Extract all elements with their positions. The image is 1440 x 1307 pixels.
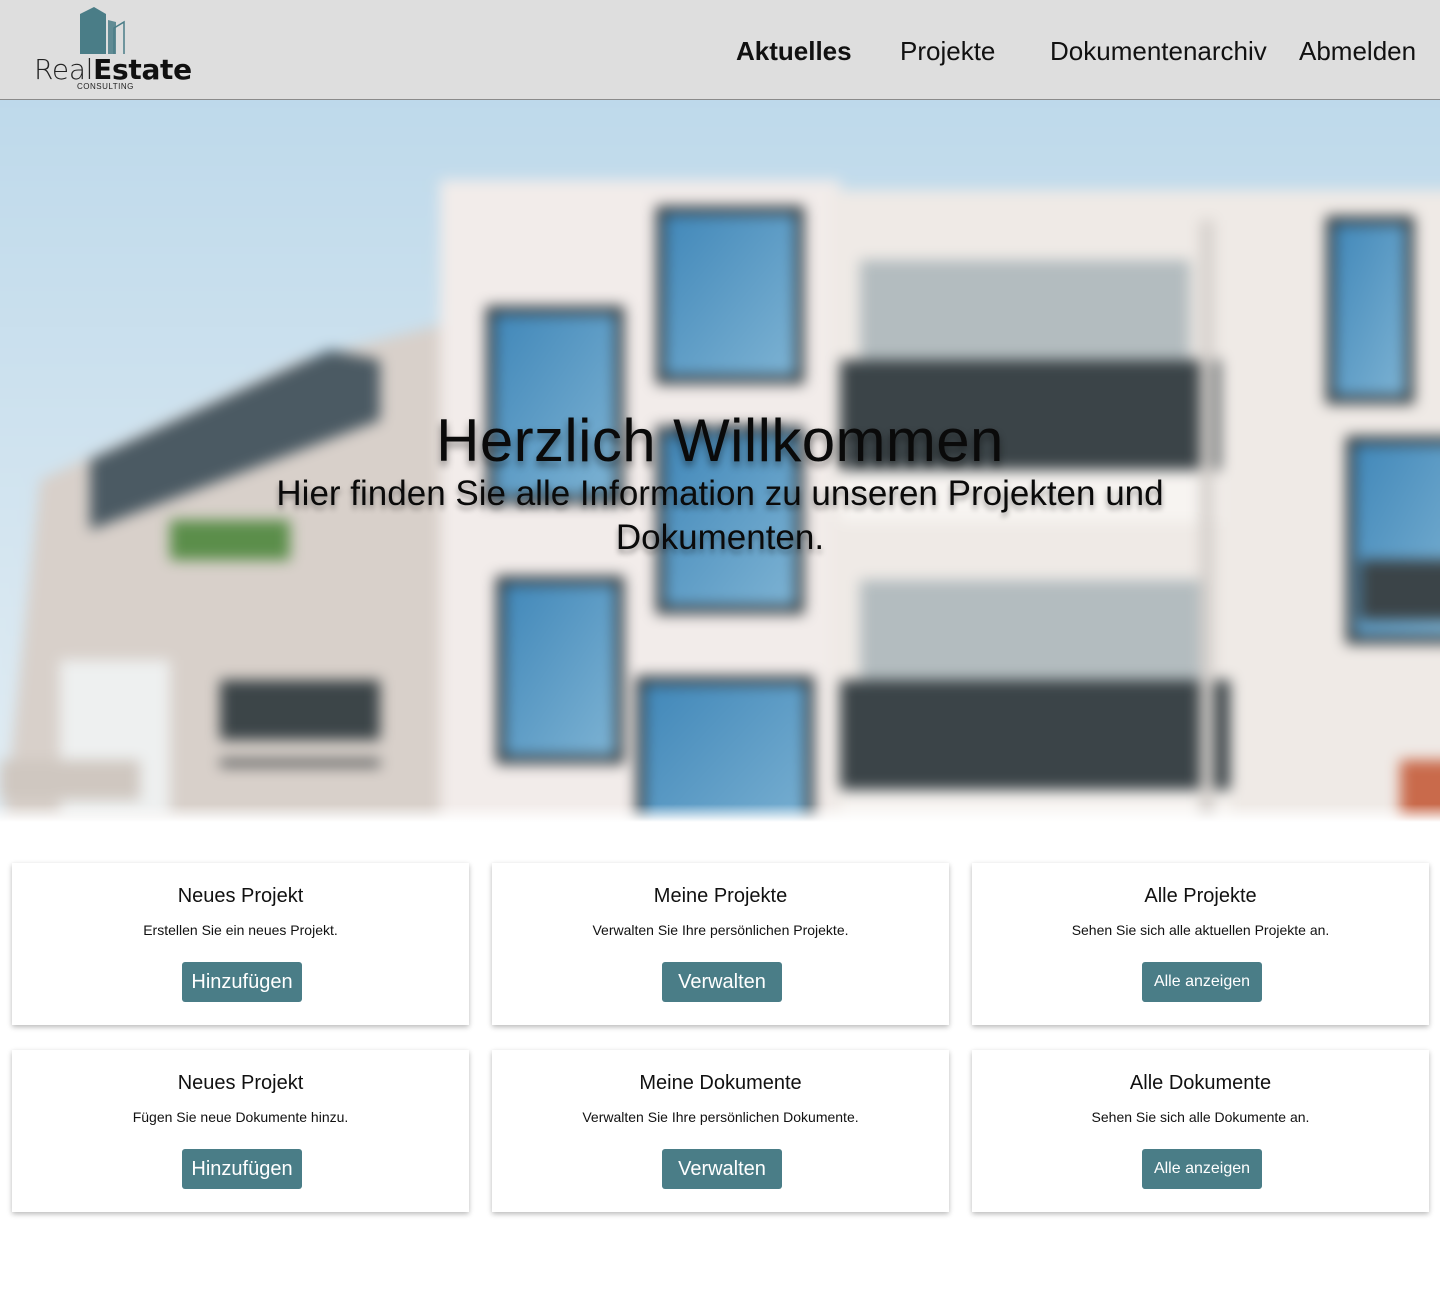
card-neues-projekt: Neues Projekt Erstellen Sie ein neues Pr… (12, 863, 469, 1025)
hero-section: Herzlich Willkommen Hier finden Sie alle… (0, 100, 1440, 822)
card-neue-dokumente: Neues Projekt Fügen Sie neue Dokumente h… (12, 1050, 469, 1212)
add-documents-button[interactable]: Hinzufügen (182, 1149, 302, 1189)
card-title: Alle Dokumente (1129, 1072, 1272, 1094)
manage-projects-button[interactable]: Verwalten (662, 962, 782, 1002)
card-description: Sehen Sie sich alle Dokumente an. (1091, 1109, 1310, 1125)
card-alle-projekte: Alle Projekte Sehen Sie sich alle aktuel… (972, 863, 1429, 1025)
card-meine-dokumente: Meine Dokumente Verwalten Sie Ihre persö… (492, 1050, 949, 1212)
hero-bottom-fade (0, 804, 1440, 822)
card-meine-projekte: Meine Projekte Verwalten Sie Ihre persön… (492, 863, 949, 1025)
card-title: Meine Projekte (653, 885, 788, 907)
card-alle-dokumente: Alle Dokumente Sehen Sie sich alle Dokum… (972, 1050, 1429, 1212)
card-description: Fügen Sie neue Dokumente hinzu. (132, 1109, 349, 1125)
nav-item-aktuelles[interactable]: Aktuelles (736, 36, 852, 66)
hero-subtitle: Hier finden Sie alle Information zu unse… (276, 474, 1164, 557)
nav-item-abmelden[interactable]: Abmelden (1299, 36, 1416, 66)
show-all-documents-button[interactable]: Alle anzeigen (1142, 1149, 1262, 1189)
card-title: Neues Projekt (177, 885, 304, 907)
site-header: RealEstate CONSULTING Aktuelles Projekte… (0, 0, 1440, 100)
add-project-button[interactable]: Hinzufügen (182, 962, 302, 1002)
card-description: Erstellen Sie ein neues Projekt. (143, 922, 338, 938)
buildings-icon (80, 7, 125, 54)
card-title: Alle Projekte (1144, 885, 1257, 907)
realestate-logo[interactable]: RealEstate CONSULTING (30, 6, 192, 94)
show-all-projects-button[interactable]: Alle anzeigen (1142, 962, 1262, 1002)
card-title: Meine Dokumente (639, 1072, 802, 1094)
hero-text-overlay: Herzlich Willkommen Hier finden Sie alle… (0, 100, 1440, 822)
manage-documents-button[interactable]: Verwalten (662, 1149, 782, 1189)
card-description: Sehen Sie sich alle aktuellen Projekte a… (1071, 922, 1330, 938)
logo-tagline: CONSULTING (77, 82, 134, 91)
logo-wordmark: RealEstate (34, 53, 192, 86)
nav-item-dokumentenarchiv[interactable]: Dokumentenarchiv (1050, 36, 1267, 66)
hero-title: Herzlich Willkommen (436, 407, 1004, 474)
card-title: Neues Projekt (177, 1072, 304, 1094)
card-description: Verwalten Sie Ihre persönlichen Dokument… (582, 1109, 859, 1125)
card-description: Verwalten Sie Ihre persönlichen Projekte… (592, 922, 849, 938)
nav-item-projekte[interactable]: Projekte (900, 36, 995, 66)
